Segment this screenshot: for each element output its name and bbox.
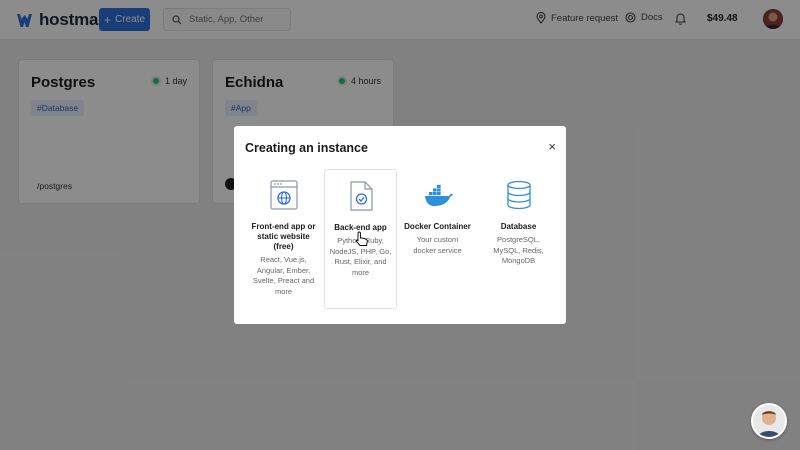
option-database[interactable]: Database PostgreSQL, MySQL, Redis, Mongo… [482, 169, 555, 309]
database-icon [506, 180, 531, 210]
hand-pointer-icon [355, 231, 368, 246]
support-agent-avatar [753, 405, 785, 437]
option-title: Docker Container [404, 222, 471, 231]
support-chat-button[interactable] [751, 403, 787, 439]
document-check-icon [349, 181, 373, 211]
option-docker-container[interactable]: Docker Container Your custom docker serv… [401, 169, 474, 309]
browser-globe-icon [269, 180, 298, 210]
option-description: Your custom docker service [413, 235, 462, 255]
option-title: Front-end app or static website (free) [251, 222, 316, 251]
create-instance-modal: Creating an instance × Front-end app or … [234, 126, 566, 324]
option-description: React, Vue.js, Angular, Ember, Svelte, P… [252, 255, 315, 296]
option-frontend-app[interactable]: Front-end app or static website (free) R… [247, 169, 320, 309]
close-icon[interactable]: × [548, 140, 556, 153]
option-title: Database [500, 222, 537, 231]
modal-title: Creating an instance [245, 141, 368, 155]
docker-whale-icon [424, 184, 453, 206]
option-description: PostgreSQL, MySQL, Redis, MongoDB [493, 235, 544, 265]
